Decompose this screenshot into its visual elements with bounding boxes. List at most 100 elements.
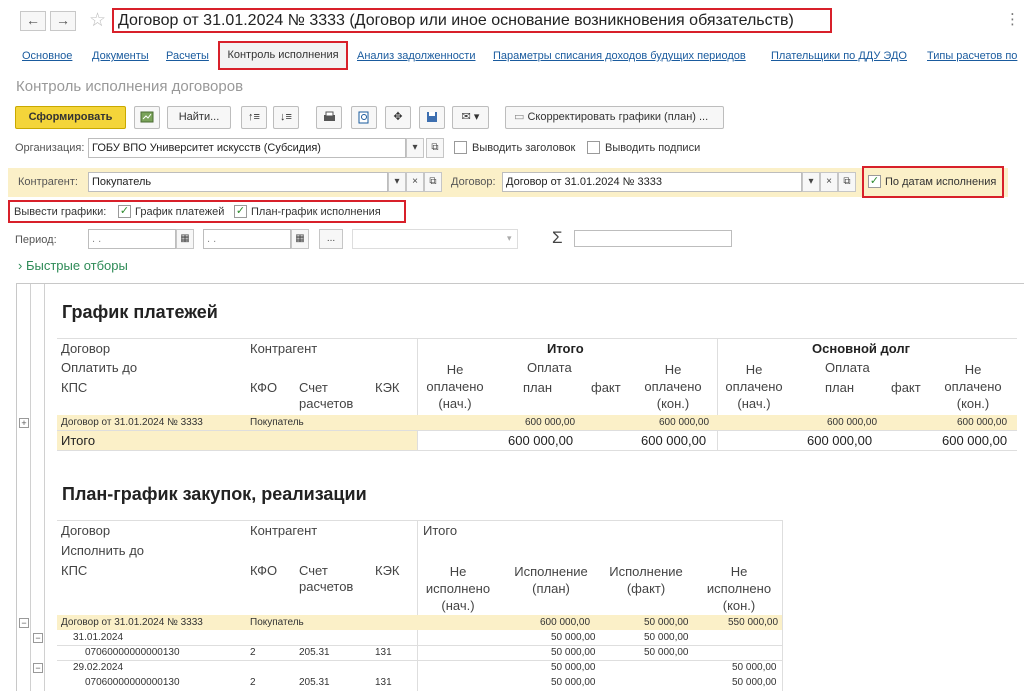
plan-row-plan: 50 000,00 [551, 632, 596, 643]
payment-row-unpaid-end-2: 600 000,00 [957, 417, 1008, 428]
tab-payers[interactable]: Плательщики по ДДУ ЭДО [771, 50, 907, 62]
tab-future-income[interactable]: Параметры списания доходов будущих перио… [493, 50, 746, 62]
collapse-icon[interactable]: − [19, 618, 29, 628]
total-unpaid-end: 600 000,00 [641, 433, 707, 448]
move-icon[interactable]: ✥ [385, 106, 411, 129]
col-payment: Оплата [527, 360, 572, 375]
plan-row-name: 07060000000000130 [85, 677, 180, 688]
plan-col-contract: Договор [61, 523, 111, 538]
period-label: Период: [15, 234, 57, 246]
chevron-down-icon[interactable]: ▾ [388, 172, 406, 192]
tab-documents[interactable]: Документы [92, 50, 149, 62]
plan-graph-label: План-график исполнения [251, 206, 381, 218]
plan-col-not-exec-end: Не исполнено (кон.) [706, 564, 772, 613]
show-signatures-checkbox[interactable] [587, 141, 600, 154]
plan-row-end: 50 000,00 [732, 662, 777, 673]
by-dates-checkbox[interactable]: ✓ [868, 175, 881, 188]
payments-graph-checkbox[interactable]: ✓ [118, 205, 131, 218]
period-select-button[interactable]: ... [319, 229, 343, 249]
back-button[interactable]: ← [20, 11, 46, 31]
tab-main[interactable]: Основное [22, 50, 72, 62]
col-account: Счет расчетов [299, 380, 354, 411]
plan-row-account: 205.31 [299, 677, 330, 688]
plan-row-end: 550 000,00 [728, 617, 779, 628]
plan-row-plan: 600 000,00 [540, 617, 591, 628]
favorite-star-icon[interactable]: ☆ [89, 9, 106, 32]
window-title: Договор от 31.01.2024 № 3333 (Договор ил… [112, 8, 832, 33]
collapse-icon[interactable]: − [33, 633, 43, 643]
forward-button[interactable]: → [50, 11, 76, 31]
col-unpaid-end-2: Не оплачено (кон.) [944, 362, 1002, 411]
plan-col-execute-until: Исполнить до [61, 543, 145, 558]
plan-row-plan: 50 000,00 [551, 647, 596, 658]
expand-icon[interactable]: + [19, 418, 29, 428]
show-header-label: Выводить заголовок [472, 142, 576, 154]
graphs-label: Вывести графики: [14, 206, 107, 218]
report-area[interactable]: График платежей Договор Контрагент Итого… [16, 283, 1024, 691]
plan-col-not-exec-start: Не исполнено (нач.) [425, 564, 491, 613]
adjust-graphs-label: Скорректировать графики (план) ... [527, 111, 709, 123]
adjust-graphs-button[interactable]: ▭ Скорректировать графики (план) ... [505, 106, 724, 129]
plan-row-kfo: 2 [250, 677, 256, 688]
clear-icon[interactable]: × [820, 172, 838, 192]
tab-settlements[interactable]: Расчеты [166, 50, 209, 62]
chevron-down-icon[interactable]: ▾ [507, 233, 512, 244]
more-icon[interactable]: ⋮ [1005, 10, 1020, 28]
payment-row-plan: 600 000,00 [525, 417, 576, 428]
open-icon[interactable]: ⧉ [426, 138, 444, 158]
generate-button[interactable]: Сформировать [15, 106, 126, 129]
plan-row-kek: 131 [375, 677, 392, 688]
show-header-checkbox[interactable] [454, 141, 467, 154]
tab-debt-analysis[interactable]: Анализ задолженности [357, 50, 476, 62]
open-icon[interactable]: ⧉ [424, 172, 442, 192]
collapse-icon[interactable]: − [33, 663, 43, 673]
col-unpaid-start-2: Не оплачено (нач.) [725, 362, 783, 411]
contract-field[interactable]: Договор от 31.01.2024 № 3333 [502, 172, 802, 192]
plan-col-exec-plan: Исполнение (план) [514, 564, 588, 596]
period-variant-field[interactable] [352, 229, 518, 249]
calendar-icon[interactable]: ▦ [176, 229, 194, 249]
col-payment-2: Оплата [825, 360, 870, 375]
col-counterparty: Контрагент [250, 341, 318, 356]
payment-row-contract: Договор от 31.01.2024 № 3333 [61, 417, 203, 428]
calendar-icon[interactable]: ▦ [291, 229, 309, 249]
open-icon[interactable]: ⧉ [838, 172, 856, 192]
find-button[interactable]: Найти... [167, 106, 231, 129]
counterparty-field[interactable]: Покупатель [88, 172, 388, 192]
col-principal: Основной долг [812, 341, 911, 356]
total-label: Итого [61, 433, 96, 448]
clear-icon[interactable]: × [406, 172, 424, 192]
payment-row-plan-2: 600 000,00 [827, 417, 878, 428]
tab-settlement-types[interactable]: Типы расчетов по [927, 50, 1017, 62]
sort-asc-icon[interactable]: ↑≡ [241, 106, 267, 129]
plan-row-end: 50 000,00 [732, 677, 777, 688]
plan-row-account: 205.31 [299, 647, 330, 658]
plan-graph-checkbox[interactable]: ✓ [234, 205, 247, 218]
plan-col-counterparty: Контрагент [250, 523, 318, 538]
preview-icon[interactable] [351, 106, 377, 129]
contract-label: Договор: [451, 176, 496, 188]
sort-desc-icon[interactable]: ↓≡ [273, 106, 299, 129]
quick-filters-label: Быстрые отборы [25, 258, 128, 273]
col-plan: план [523, 380, 553, 395]
tab-execution-control[interactable]: Контроль исполнения [218, 41, 348, 70]
quick-filters-toggle[interactable]: › Быстрые отборы [18, 258, 128, 273]
chevron-down-icon[interactable]: ▾ [406, 138, 424, 158]
save-icon[interactable] [419, 106, 445, 129]
total-row [57, 431, 417, 450]
period-end-field[interactable]: . . [203, 229, 291, 249]
plan-row-kek: 131 [375, 647, 392, 658]
col-fact: факт [591, 380, 621, 395]
settings-icon[interactable] [134, 106, 160, 129]
print-icon[interactable] [316, 106, 342, 129]
show-signatures-label: Выводить подписи [605, 142, 701, 154]
total-plan-2: 600 000,00 [807, 433, 873, 448]
col-plan-2: план [825, 380, 855, 395]
chevron-down-icon[interactable]: ▾ [802, 172, 820, 192]
org-field[interactable]: ГОБУ ВПО Университет искусств (Субсидия) [88, 138, 406, 158]
plan-row-counterparty: Покупатель [250, 617, 304, 628]
period-start-field[interactable]: . . [88, 229, 176, 249]
group-gutter [17, 284, 31, 691]
plan-col-account: Счет расчетов [299, 563, 354, 594]
send-email-icon[interactable]: ✉ ▾ [452, 106, 489, 129]
